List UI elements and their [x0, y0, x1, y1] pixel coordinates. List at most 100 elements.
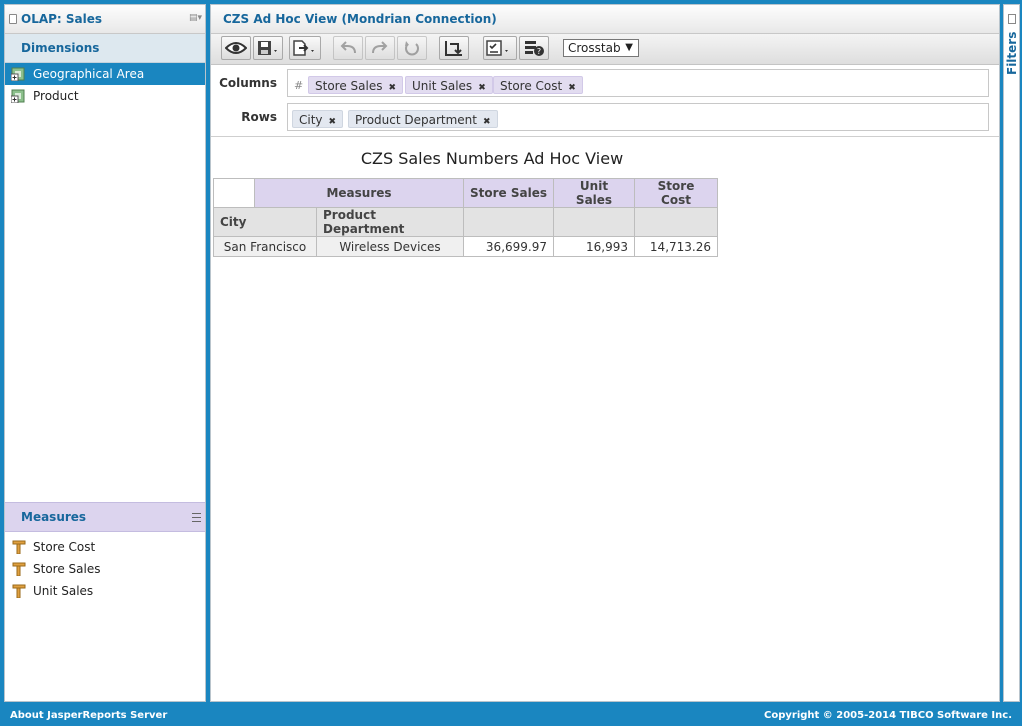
options-icon	[486, 40, 508, 56]
eye-icon	[225, 42, 247, 54]
empty-header-cell	[634, 207, 718, 237]
view-type-value: Crosstab	[568, 41, 621, 55]
cell-unit-sales: 16,993	[553, 236, 635, 257]
corner-cell	[213, 178, 255, 208]
data-options-icon: ?	[525, 41, 544, 56]
about-link[interactable]: About JasperReports Server	[10, 706, 167, 726]
measure-item-unit-sales[interactable]: Unit Sales	[5, 580, 205, 602]
remove-icon[interactable]: ✖	[478, 83, 486, 93]
filters-label[interactable]: Filters	[1005, 32, 1019, 75]
pivot-icon	[445, 41, 462, 56]
empty-header-cell	[463, 207, 554, 237]
row-member-city[interactable]: San Francisco	[213, 236, 317, 257]
columns-drop-zone[interactable]: # Store Sales ✖ Unit Sales ✖ Store Cost ✖	[287, 69, 989, 97]
measure-ruler-icon	[12, 562, 26, 576]
measures-column-header[interactable]: Measures	[254, 178, 464, 208]
report-title: CZS Sales Numbers Ad Hoc View	[360, 149, 624, 168]
filters-panel[interactable]: Filters	[1003, 4, 1020, 702]
dimension-icon	[11, 67, 25, 81]
crosstab-table: Measures Store Sales Unit Sales Store Co…	[213, 178, 718, 257]
rows-label: Rows	[241, 110, 277, 124]
export-icon	[293, 40, 314, 56]
expand-icon[interactable]	[1008, 14, 1016, 24]
save-button[interactable]	[253, 36, 283, 60]
crosstab-row-header-row: City Product Department	[213, 207, 718, 237]
dimensions-title: Dimensions	[21, 41, 100, 55]
main-panel: CZS Ad Hoc View (Mondrian Connection) ? …	[210, 4, 1000, 702]
measures-header: Measures	[5, 502, 205, 532]
dimension-item-product[interactable]: Product	[5, 85, 205, 107]
crosstab-header-row: Measures Store Sales Unit Sales Store Co…	[213, 178, 718, 208]
column-chip-store-cost[interactable]: Store Cost ✖	[493, 76, 583, 94]
left-panel: OLAP: Sales ▤▾ Dimensions Geographical A…	[4, 4, 206, 702]
dimension-label: Geographical Area	[33, 67, 145, 81]
left-panel-header: OLAP: Sales ▤▾	[5, 5, 205, 34]
options-button[interactable]	[483, 36, 517, 60]
panel-title: OLAP: Sales	[21, 12, 103, 26]
svg-text:?: ?	[537, 47, 541, 56]
undo-all-icon	[405, 41, 419, 56]
measure-header-store-cost[interactable]: Store Cost	[634, 178, 718, 208]
redo-icon	[372, 41, 388, 54]
row-header-city[interactable]: City	[213, 207, 317, 237]
remove-icon[interactable]: ✖	[483, 117, 491, 127]
measure-header-store-sales[interactable]: Store Sales	[463, 178, 554, 208]
measure-item-store-cost[interactable]: Store Cost	[5, 536, 205, 558]
row-chip-city[interactable]: City ✖	[292, 110, 344, 128]
dimension-item-geographical-area[interactable]: Geographical Area	[5, 63, 205, 85]
table-row: San Francisco Wireless Devices 36,699.97…	[213, 236, 718, 257]
cell-store-sales: 36,699.97	[463, 236, 554, 257]
copyright-text: Copyright © 2005-2014 TIBCO Software Inc…	[764, 710, 1012, 721]
measures-title: Measures	[21, 510, 87, 524]
undo-icon	[340, 41, 356, 54]
chevron-down-icon: ▼	[625, 42, 633, 53]
main-panel-header: CZS Ad Hoc View (Mondrian Connection)	[211, 5, 999, 34]
divider	[211, 136, 999, 137]
row-header-product-department[interactable]: Product Department	[316, 207, 464, 237]
measure-label: Unit Sales	[33, 584, 94, 598]
save-icon	[258, 41, 277, 55]
undo-all-button[interactable]	[397, 36, 427, 60]
measures-menu-icon[interactable]	[192, 513, 201, 522]
chip-label: Unit Sales	[412, 79, 473, 93]
undo-button[interactable]	[333, 36, 363, 60]
measure-item-store-sales[interactable]: Store Sales	[5, 558, 205, 580]
remove-icon[interactable]: ✖	[388, 83, 396, 93]
measure-label: Store Sales	[33, 562, 101, 576]
data-options-button[interactable]: ?	[519, 36, 549, 60]
view-type-select[interactable]: Crosstab ▼	[563, 39, 639, 57]
column-chip-unit-sales[interactable]: Unit Sales ✖	[405, 76, 493, 94]
panel-menu-icon[interactable]: ▤▾	[189, 14, 202, 23]
pivot-button[interactable]	[439, 36, 469, 60]
rows-drop-zone[interactable]: City ✖ Product Department ✖	[287, 103, 989, 131]
display-mode-button[interactable]	[221, 36, 251, 60]
measure-ruler-icon	[12, 540, 26, 554]
chip-label: City	[299, 113, 323, 127]
redo-button[interactable]	[365, 36, 395, 60]
cell-store-cost: 14,713.26	[634, 236, 718, 257]
chip-label: Product Department	[355, 113, 477, 127]
chip-label: Store Sales	[315, 79, 383, 93]
view-title: CZS Ad Hoc View (Mondrian Connection)	[223, 12, 497, 26]
dimensions-header: Dimensions	[5, 34, 205, 63]
minimize-icon[interactable]	[9, 14, 17, 24]
remove-icon[interactable]: ✖	[568, 83, 576, 93]
row-member-department[interactable]: Wireless Devices	[316, 236, 464, 257]
export-button[interactable]	[289, 36, 321, 60]
remove-icon[interactable]: ✖	[329, 117, 337, 127]
measures-hash-icon: #	[294, 79, 304, 92]
measure-ruler-icon	[12, 584, 26, 598]
empty-header-cell	[553, 207, 635, 237]
measure-header-unit-sales[interactable]: Unit Sales	[553, 178, 635, 208]
footer: About JasperReports Server Copyright © 2…	[0, 706, 1022, 726]
columns-row: Columns # Store Sales ✖ Unit Sales ✖ Store…	[211, 67, 999, 101]
column-chip-store-sales[interactable]: Store Sales ✖	[308, 76, 404, 94]
dimension-label: Product	[33, 89, 79, 103]
rows-row: Rows City ✖ Product Department ✖	[211, 101, 999, 135]
row-chip-product-department[interactable]: Product Department ✖	[348, 110, 498, 128]
measures-section: Measures Store Cost Store Sales Unit Sal…	[5, 502, 205, 602]
measure-label: Store Cost	[33, 540, 96, 554]
chip-label: Store Cost	[500, 79, 563, 93]
toolbar: ? Crosstab ▼	[211, 34, 999, 65]
dimension-icon	[11, 89, 25, 103]
